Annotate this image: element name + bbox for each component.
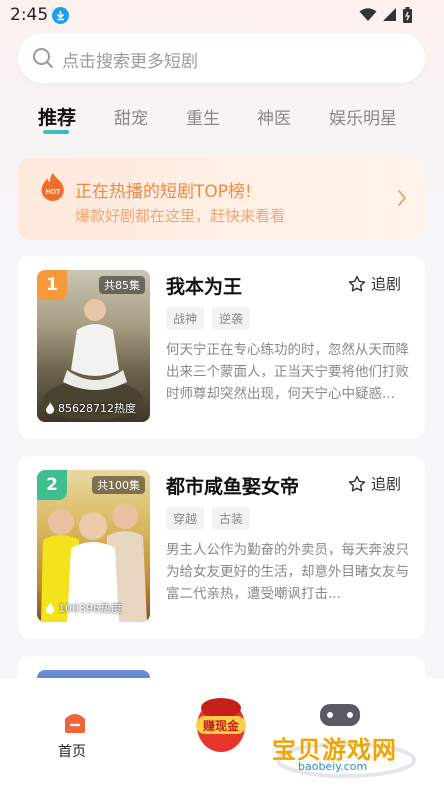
wifi-icon xyxy=(359,8,377,21)
search-placeholder: 点击搜索更多短剧 xyxy=(62,52,198,72)
tab-rebirth[interactable]: 重生 xyxy=(186,104,220,129)
heat-count: 100396热度 xyxy=(45,600,122,616)
drama-title[interactable]: 都市咸鱼娶女帝 xyxy=(166,472,299,499)
hot-banner-subtitle: 爆款好剧都在这里，赶快来看看 xyxy=(75,207,286,225)
status-bar: 2:45 xyxy=(0,0,444,32)
svg-text:HOT: HOT xyxy=(46,189,62,196)
watermark-url: baobeiy.com xyxy=(298,760,368,773)
star-icon xyxy=(348,275,366,291)
drama-card[interactable]: 2 共100集 100396热度 都市咸鱼娶女帝 追剧 穿越 古装 男主人公作为… xyxy=(18,456,425,639)
search-input[interactable]: 点击搜索更多短剧 xyxy=(18,33,425,83)
drama-title[interactable]: 我本为王 xyxy=(166,272,242,299)
watermark-logo: 宝贝游戏网 baobeiy.com xyxy=(268,690,416,780)
drama-poster[interactable]: 1 共85集 85628712热度 xyxy=(37,270,150,422)
follow-label: 追剧 xyxy=(370,275,401,293)
nav-home[interactable] xyxy=(58,710,92,738)
tab-entertainment[interactable]: 娱乐明星 xyxy=(329,104,397,129)
tab-active-indicator xyxy=(43,130,69,134)
status-time: 2:45 xyxy=(10,5,49,25)
heat-count: 85628712热度 xyxy=(45,400,136,416)
tag[interactable]: 战神 xyxy=(166,307,205,330)
drama-description: 何天宁正在专心练功的时，忽然从天而降出来三个蒙面人，正当天宁要将他们打败时师尊却… xyxy=(166,342,409,402)
hot-fire-icon: HOT xyxy=(41,173,64,201)
search-icon xyxy=(33,48,53,68)
drama-card[interactable]: 1 共85集 85628712热度 我本为王 追剧 战神 逆袭 何天宁正在专心练… xyxy=(18,256,425,439)
tag[interactable]: 古装 xyxy=(212,507,251,530)
heat-value: 100396热度 xyxy=(58,602,122,615)
tab-sweet[interactable]: 甜宠 xyxy=(114,104,148,129)
hot-ranking-banner[interactable]: HOT 正在热播的短剧TOP榜! 爆款好剧都在这里，赶快来看看 xyxy=(18,158,425,240)
nav-home-label[interactable]: 首页 xyxy=(58,741,86,761)
follow-label: 追剧 xyxy=(370,475,401,493)
star-icon xyxy=(348,475,366,491)
chevron-right-icon xyxy=(398,190,407,206)
tab-recommend[interactable]: 推荐 xyxy=(38,103,76,130)
red-envelope-icon: 赚现金 xyxy=(196,698,246,752)
hot-banner-title: 正在热播的短剧TOP榜! xyxy=(75,182,252,202)
episode-count: 共100集 xyxy=(92,476,145,494)
category-tabs: 推荐 甜宠 重生 神医 娱乐明星 xyxy=(0,100,444,140)
battery-icon xyxy=(403,7,412,23)
bottom-nav: 首页 赚现金 宝贝游戏网 baobeiy.com xyxy=(0,678,444,789)
tag-list: 穿越 古装 xyxy=(166,507,251,530)
rank-badge: 1 xyxy=(37,270,67,300)
follow-button[interactable]: 追剧 xyxy=(348,273,401,294)
drama-description: 男主人公作为勤奋的外卖员，每天奔波只为给女友更好的生活，却意外目睹女友与富二代亲… xyxy=(166,542,409,602)
svg-text:赚现金: 赚现金 xyxy=(202,718,240,733)
fire-icon xyxy=(46,602,54,614)
episode-count: 共85集 xyxy=(99,276,145,294)
rank-badge: 2 xyxy=(37,470,67,500)
fire-icon xyxy=(46,402,54,414)
tag[interactable]: 逆袭 xyxy=(212,307,251,330)
follow-button[interactable]: 追剧 xyxy=(348,473,401,494)
tag-list: 战神 逆袭 xyxy=(166,307,251,330)
drama-poster[interactable]: 2 共100集 100396热度 xyxy=(37,470,150,622)
heat-value: 85628712热度 xyxy=(58,402,136,415)
tag[interactable]: 穿越 xyxy=(166,507,205,530)
system-icons xyxy=(359,7,412,23)
tab-doctor[interactable]: 神医 xyxy=(257,104,291,129)
signal-icon xyxy=(383,8,396,21)
earn-cash-button[interactable]: 赚现金 xyxy=(194,694,248,754)
home-icon xyxy=(65,714,85,733)
download-icon xyxy=(52,7,69,24)
